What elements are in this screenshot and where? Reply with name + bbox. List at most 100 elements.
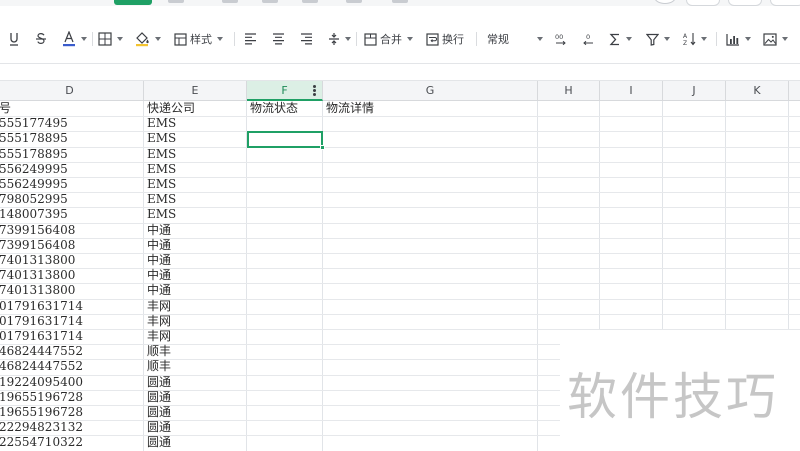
tracking-number-cell[interactable]: 556249995 bbox=[0, 162, 143, 177]
tracking-number-cell[interactable]: 7401313800 bbox=[0, 268, 143, 283]
strikethrough-icon bbox=[36, 32, 46, 45]
ribbon-tab[interactable] bbox=[302, 0, 318, 3]
column-header-d[interactable]: D bbox=[0, 81, 144, 101]
column-gridline bbox=[537, 101, 538, 451]
courier-cell[interactable]: 圆通 bbox=[147, 405, 246, 420]
courier-cell[interactable]: 顺丰 bbox=[147, 359, 246, 374]
column-header-e[interactable]: E bbox=[144, 81, 247, 101]
tracking-number-cell[interactable]: 01791631714 bbox=[0, 299, 143, 314]
fill-color-icon bbox=[136, 32, 149, 47]
merge-cells-button[interactable]: 合并 bbox=[364, 26, 413, 52]
courier-cell[interactable]: 中通 bbox=[147, 268, 246, 283]
courier-cell[interactable]: 丰网 bbox=[147, 329, 246, 344]
decrease-decimal-button[interactable]: 0 bbox=[582, 26, 596, 52]
column-menu-icon[interactable] bbox=[311, 84, 317, 98]
column-header-g[interactable]: G bbox=[323, 81, 538, 101]
tracking-number-cell[interactable]: 7401313800 bbox=[0, 253, 143, 268]
fill-handle[interactable] bbox=[320, 145, 325, 150]
courier-cell[interactable]: 丰网 bbox=[147, 314, 246, 329]
tracking-number-cell[interactable]: 19655196728 bbox=[0, 390, 143, 405]
courier-cell[interactable]: 中通 bbox=[147, 253, 246, 268]
border-button[interactable] bbox=[98, 26, 123, 52]
font-color-button[interactable] bbox=[62, 26, 87, 52]
ribbon-tab[interactable] bbox=[262, 0, 278, 3]
tracking-number-cell[interactable]: 148007395 bbox=[0, 207, 143, 222]
wrap-text-button[interactable]: 换行 bbox=[426, 26, 464, 52]
column-header-i[interactable]: I bbox=[600, 81, 663, 101]
tracking-number-cell[interactable]: 22554710322 bbox=[0, 435, 143, 450]
style-label: 样式 bbox=[190, 33, 212, 46]
tracking-number-cell[interactable]: 556249995 bbox=[0, 177, 143, 192]
tracking-number-cell[interactable]: 555178895 bbox=[0, 147, 143, 162]
column-gridline bbox=[322, 101, 323, 451]
header-cell-d[interactable]: 号 bbox=[0, 101, 143, 116]
wrap-text-icon bbox=[426, 32, 439, 46]
courier-cell[interactable]: 中通 bbox=[147, 238, 246, 253]
tracking-number-cell[interactable]: 22294823132 bbox=[0, 420, 143, 435]
header-cell-g[interactable]: 物流详情 bbox=[326, 101, 537, 116]
formula-bar[interactable] bbox=[0, 64, 800, 81]
courier-cell[interactable]: EMS bbox=[147, 192, 246, 207]
tracking-number-cell[interactable]: 7399156408 bbox=[0, 223, 143, 238]
courier-cell[interactable]: EMS bbox=[147, 207, 246, 222]
tracking-number-cell[interactable]: 555178895 bbox=[0, 131, 143, 146]
courier-cell[interactable]: EMS bbox=[147, 116, 246, 131]
column-header-j[interactable]: J bbox=[663, 81, 726, 101]
header-cell-e[interactable]: 快递公司 bbox=[147, 101, 246, 116]
strikethrough-button[interactable] bbox=[35, 26, 47, 52]
tracking-number-cell[interactable]: 01791631714 bbox=[0, 329, 143, 344]
tracking-number-cell[interactable]: 798052995 bbox=[0, 192, 143, 207]
sort-icon: AZ bbox=[683, 33, 696, 46]
tracking-number-cell[interactable]: 7401313800 bbox=[0, 283, 143, 298]
column-header-partial[interactable] bbox=[789, 81, 800, 101]
ribbon-tab[interactable] bbox=[168, 0, 184, 3]
chevron-down-icon bbox=[701, 37, 707, 41]
fill-color-button[interactable] bbox=[135, 26, 161, 52]
courier-cell[interactable]: 丰网 bbox=[147, 299, 246, 314]
courier-cell[interactable]: 中通 bbox=[147, 223, 246, 238]
tracking-number-cell[interactable]: 555177495 bbox=[0, 116, 143, 131]
courier-cell[interactable]: EMS bbox=[147, 162, 246, 177]
ribbon-tab[interactable] bbox=[222, 0, 238, 3]
vertical-align-button[interactable] bbox=[328, 26, 351, 52]
tracking-number-cell[interactable]: 19655196728 bbox=[0, 405, 143, 420]
avatar[interactable] bbox=[654, 0, 676, 4]
active-ribbon-tab[interactable] bbox=[114, 0, 152, 5]
tracking-number-cell[interactable]: 46824447552 bbox=[0, 359, 143, 374]
align-center-button[interactable] bbox=[272, 26, 285, 52]
tracking-number-cell[interactable]: 01791631714 bbox=[0, 314, 143, 329]
sum-button[interactable] bbox=[609, 26, 632, 52]
ribbon-tab[interactable] bbox=[346, 0, 362, 3]
courier-cell[interactable]: 圆通 bbox=[147, 435, 246, 450]
align-left-button[interactable] bbox=[244, 26, 257, 52]
svg-text:A: A bbox=[683, 33, 688, 40]
sort-button[interactable]: AZ bbox=[683, 26, 707, 52]
tracking-number-cell[interactable]: 7399156408 bbox=[0, 238, 143, 253]
column-header-k[interactable]: K bbox=[726, 81, 789, 101]
underline-button[interactable] bbox=[8, 26, 20, 52]
active-cell-selection[interactable] bbox=[247, 131, 323, 148]
number-format-select[interactable]: 常规 bbox=[487, 26, 543, 52]
insert-chart-button[interactable] bbox=[726, 26, 751, 52]
courier-cell[interactable]: 顺丰 bbox=[147, 344, 246, 359]
table-style-button[interactable]: 样式 bbox=[174, 26, 223, 52]
table-style-icon bbox=[174, 32, 187, 46]
column-header-h[interactable]: H bbox=[538, 81, 600, 101]
tracking-number-cell[interactable]: 46824447552 bbox=[0, 344, 143, 359]
chevron-down-icon bbox=[81, 37, 87, 41]
header-cell-f[interactable]: 物流状态 bbox=[250, 101, 322, 116]
filter-button[interactable] bbox=[646, 26, 670, 52]
courier-cell[interactable]: EMS bbox=[147, 177, 246, 192]
courier-cell[interactable]: EMS bbox=[147, 131, 246, 146]
courier-cell[interactable]: 圆通 bbox=[147, 390, 246, 405]
courier-cell[interactable]: 圆通 bbox=[147, 420, 246, 435]
increase-decimal-button[interactable]: 00 bbox=[554, 26, 568, 52]
ribbon-tab[interactable] bbox=[392, 0, 408, 3]
align-right-button[interactable] bbox=[300, 26, 313, 52]
courier-cell[interactable]: EMS bbox=[147, 147, 246, 162]
courier-cell[interactable]: 中通 bbox=[147, 283, 246, 298]
courier-cell[interactable]: 圆通 bbox=[147, 375, 246, 390]
insert-image-button[interactable] bbox=[763, 26, 788, 52]
tracking-number-cell[interactable]: 19224095400 bbox=[0, 375, 143, 390]
image-icon bbox=[763, 32, 777, 46]
